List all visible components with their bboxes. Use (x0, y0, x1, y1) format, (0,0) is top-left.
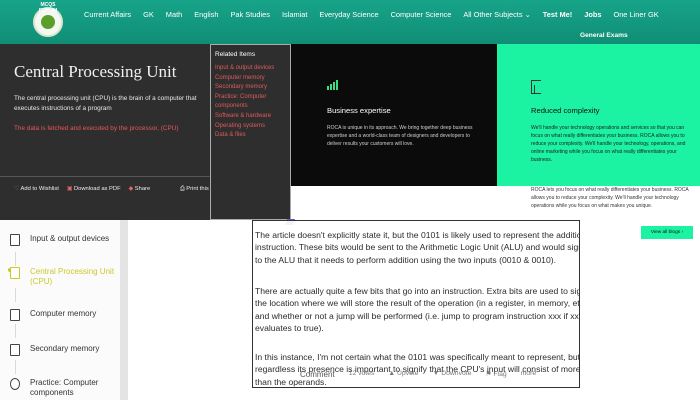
nav-test-me[interactable]: Test Me! (537, 10, 578, 19)
sidebar-connector (15, 252, 16, 266)
share-label: Share (134, 186, 151, 192)
flag-button[interactable]: ⚑ Flag (485, 370, 506, 379)
feature-text: ROCA is unique in its approach. We bring… (327, 125, 473, 147)
nav-links: Current Affairs GK Math English Pak Stud… (78, 10, 665, 19)
feature-title: Business expertise (327, 106, 391, 115)
article-paragraph: There are actually quite a few bits that… (255, 286, 580, 334)
sidebar-item-label: Central Processing Unit (CPU) (30, 267, 115, 286)
article-paragraph: The article doesn't explicitly state it,… (255, 230, 580, 265)
related-item[interactable]: Computer memory (215, 74, 286, 84)
document-icon (10, 234, 20, 246)
logo-emblem-icon (41, 15, 55, 29)
downvote-label: Downvote (441, 370, 472, 377)
sidebar-connector (15, 324, 16, 338)
nav-islamiat[interactable]: Islamiat (276, 10, 313, 19)
hero-description-highlight: The data is fetched and executed by the … (14, 125, 179, 132)
nav-gk[interactable]: GK (137, 10, 160, 19)
related-item[interactable]: Data & files (215, 131, 286, 141)
practice-icon (10, 378, 20, 390)
upvote-icon: ▲ (388, 370, 398, 377)
nav-jobs[interactable]: Jobs (578, 10, 607, 19)
nav-current-affairs[interactable]: Current Affairs (78, 10, 137, 19)
sidebar-connector (15, 360, 16, 374)
related-item[interactable]: Operating systems (215, 122, 286, 132)
feature-business-expertise: Business expertise ROCA is unique in its… (291, 44, 497, 186)
related-item[interactable]: Input & output devices (215, 64, 286, 74)
comment-button[interactable]: Comment (300, 370, 335, 379)
feature-reduced-complexity: Reduced complexity We'll handle your tec… (497, 44, 700, 186)
feature-title: Reduced complexity (531, 106, 600, 115)
page: MCQS FORUM Current Affairs GK Math Engli… (0, 0, 700, 400)
nav-english[interactable]: English (188, 10, 224, 19)
site-logo[interactable]: MCQS FORUM (33, 2, 63, 37)
sidebar-item-label: Practice: Computer components (30, 378, 99, 397)
pdf-icon: ▣ (66, 186, 74, 192)
related-item[interactable]: Practice: Computer components (215, 93, 286, 112)
downvote-icon: ▼ (432, 370, 442, 377)
flag-label: Flag (493, 371, 507, 378)
nav-math[interactable]: Math (160, 10, 188, 19)
related-items-title: Related Items (215, 51, 256, 58)
sidebar-item-label: Secondary memory (30, 344, 100, 353)
document-icon (10, 344, 20, 356)
view-all-blogs-button[interactable]: View all blogs › (641, 226, 693, 239)
downvote-button[interactable]: ▼ Downvote (433, 370, 472, 379)
document-icon (10, 267, 20, 279)
related-items-box: Related Items Input & output devices Com… (210, 44, 291, 220)
nav-pak-studies[interactable]: Pak Studies (224, 10, 275, 19)
nav-general-exams[interactable]: General Exams (580, 32, 628, 39)
bracket-inner-icon (534, 85, 537, 93)
feature-text: We'll handle your technology operations … (531, 125, 686, 163)
hero-description: The central processing unit (CPU) is the… (14, 94, 206, 134)
page-title: Central Processing Unit (14, 62, 177, 81)
hero-actions: ♡ Add to Wishlist ▣ Download as PDF ◆ Sh… (14, 186, 150, 192)
nav-all-other-subjects[interactable]: All Other Subjects ⌄ (457, 10, 536, 19)
nav-computer-science[interactable]: Computer Science (385, 10, 458, 19)
nav-one-liner-gk[interactable]: One Liner GK (607, 10, 664, 19)
document-icon (10, 309, 20, 321)
vote-count: 12 votes (348, 370, 375, 377)
sidebar-connector (15, 288, 16, 302)
sidebar-item-label: Computer memory (30, 309, 97, 318)
lesson-sidebar: Input & output devices Central Processin… (0, 220, 128, 400)
upvote-button[interactable]: ▲ Upvote (388, 370, 418, 379)
top-navigation-bar: MCQS FORUM Current Affairs GK Math Engli… (0, 0, 700, 44)
logo-text: MCQS FORUM (38, 2, 58, 14)
sidebar-item-label: Input & output devices (30, 234, 110, 243)
wishlist-link[interactable]: ♡ Add to Wishlist (14, 186, 59, 192)
share-link[interactable]: ◆ Share (129, 186, 151, 192)
download-pdf-link[interactable]: ▣ Download as PDF (67, 186, 121, 192)
article-content: The article doesn't explicitly state it,… (252, 220, 580, 388)
wishlist-label: Add to Wishlist (20, 186, 59, 192)
download-pdf-label: Download as PDF (73, 186, 121, 192)
comment-action-bar: Comment 12 votes ▲ Upvote ▼ Downvote ⚑ F… (300, 370, 536, 379)
hero-description-text: The central processing unit (CPU) is the… (14, 95, 197, 112)
nav-everyday-science[interactable]: Everyday Science (313, 10, 384, 19)
related-item[interactable]: Software & hardware (215, 112, 286, 122)
related-item[interactable]: Secondary memory (215, 83, 286, 93)
bar-chart-icon (327, 80, 339, 90)
feature-overflow-text: ROCA lets you focus on what really diffe… (531, 187, 689, 209)
more-button[interactable]: more (521, 370, 537, 379)
upvote-label: Upvote (397, 370, 419, 377)
sidebar-scrollbar[interactable] (120, 220, 128, 400)
